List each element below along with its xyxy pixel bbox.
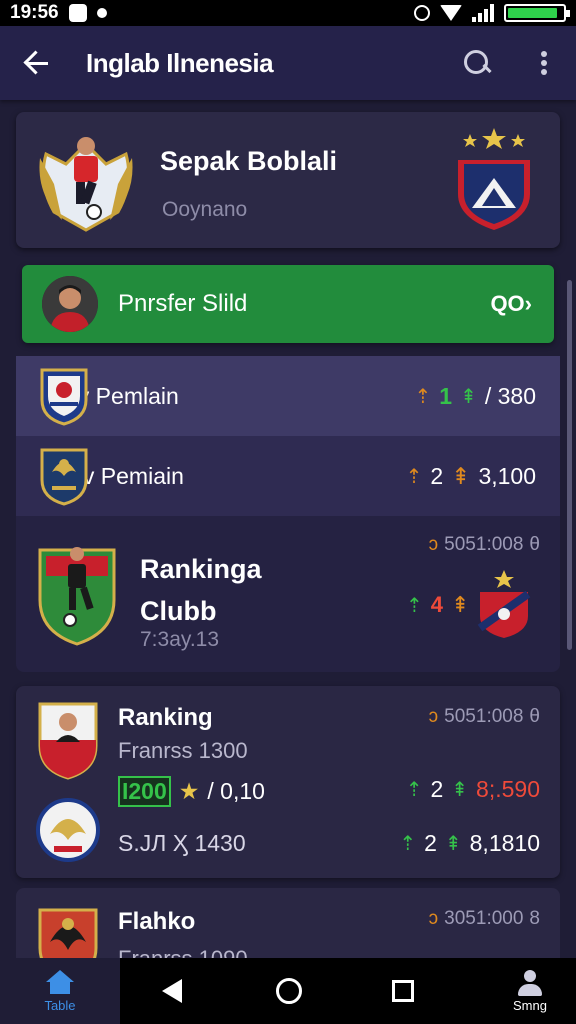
club-badge-icon bbox=[452, 124, 536, 232]
battery-icon bbox=[504, 4, 570, 22]
ranking-meta: ↄ 5051:008 θ bbox=[429, 706, 540, 728]
club-title-line2: Clubb bbox=[140, 596, 217, 626]
star-icon: ★ bbox=[178, 778, 200, 804]
club-meta: ↄ 5051:008 θ bbox=[429, 534, 540, 556]
club-title: Rankinga Clubb bbox=[140, 548, 262, 632]
shield-crest-icon bbox=[38, 366, 90, 426]
page-title: Inglab Ilnenesia bbox=[86, 47, 274, 78]
rank-up-icon: ⇡ bbox=[405, 779, 423, 801]
arrow-icon: ⇞ bbox=[451, 462, 471, 489]
row-rank: 2 bbox=[430, 462, 444, 489]
club-meta-end-icon: θ bbox=[529, 534, 540, 555]
clock-icon: ↄ bbox=[428, 534, 439, 555]
banner-title: Pnrsfer Slild bbox=[118, 290, 248, 317]
flako-card[interactable]: Flahko Franrss 1090 ↄ 3051:000 8 bbox=[16, 888, 560, 958]
ranking-stat2-num: 2 bbox=[424, 830, 437, 856]
player-winged-emblem-icon bbox=[36, 124, 136, 234]
row-stats: ⇡ 2 ⇞ 3,100 bbox=[406, 463, 536, 490]
ranking-highlight: I200 ★ / 0,10 bbox=[118, 776, 265, 807]
arrow-icon: ⇞ bbox=[444, 833, 462, 855]
header-subtitle: Ooynano bbox=[162, 198, 248, 221]
profile-icon bbox=[516, 969, 544, 996]
clock-icon: ↄ bbox=[428, 706, 439, 727]
location-icon bbox=[96, 8, 107, 18]
ranking-stat: ⇡ 2 ⇞ 8;.590 bbox=[406, 776, 540, 803]
club-star-badge-icon bbox=[476, 568, 532, 640]
ranking-line3-value: / 0,10 bbox=[207, 778, 265, 804]
status-time: 19:56 bbox=[10, 2, 59, 23]
app-bar: Inglab Ilnenesia bbox=[0, 26, 576, 100]
club-player-crest-icon bbox=[36, 540, 118, 646]
player-avatar bbox=[42, 276, 98, 332]
rank-up-icon: ⇡ bbox=[414, 385, 432, 408]
list-item[interactable]: Nhtv Pemlain ⇡ 1 ⇞ / 380 bbox=[16, 356, 560, 436]
nav-table[interactable]: Table bbox=[0, 958, 120, 1024]
banner-value: QO› bbox=[490, 291, 532, 316]
club-date: 7:3ay.13 bbox=[140, 628, 220, 651]
bottom-navigation: Table Smng bbox=[0, 958, 576, 1024]
nav-profile-label: Smng bbox=[513, 997, 547, 1013]
row-rank: 1 bbox=[439, 382, 453, 409]
system-back-icon[interactable] bbox=[162, 979, 182, 1003]
club-rank: ⇡ 4 ⇞ bbox=[406, 592, 469, 618]
ranking-subtitle: Franrss 1300 bbox=[118, 738, 248, 763]
ranking-stat1-value: 8;.590 bbox=[476, 776, 540, 802]
system-home-icon[interactable] bbox=[276, 978, 302, 1004]
flako-meta-value: 3051:000 bbox=[444, 908, 524, 929]
rank-up-icon: ⇡ bbox=[399, 833, 417, 855]
nav-profile[interactable]: Smng bbox=[484, 969, 576, 1013]
signal-icon bbox=[472, 4, 494, 22]
clock-icon: ↄ bbox=[428, 908, 439, 929]
list-item[interactable]: Rlhtv Pemiain ⇡ 2 ⇞ 3,100 bbox=[16, 436, 560, 516]
main-content: Sepak Boblali Ooynano Pnrsfer Slild QO› … bbox=[0, 100, 576, 958]
ranking-card[interactable]: Ranking Franrss 1300 I200 ★ / 0,10 S.JЛ … bbox=[16, 686, 560, 878]
status-bar: 19:56 bbox=[0, 0, 576, 26]
system-recents-icon[interactable] bbox=[392, 980, 414, 1002]
row-value: 3,100 bbox=[478, 462, 536, 489]
header-title: Sepak Boblali bbox=[160, 146, 338, 176]
ranking-stat1-num: 2 bbox=[430, 776, 444, 802]
search-icon[interactable] bbox=[462, 48, 492, 78]
back-arrow-icon[interactable] bbox=[20, 45, 56, 81]
flako-meta-end-icon: 8 bbox=[529, 908, 540, 929]
ranking-line4: S.JЛ Ӽ 1430 bbox=[118, 830, 246, 856]
status-icons-left bbox=[68, 4, 107, 22]
alarm-icon bbox=[414, 5, 430, 21]
notification-icon bbox=[68, 4, 87, 22]
more-options-icon[interactable] bbox=[532, 48, 556, 78]
row-value: / 380 bbox=[484, 382, 536, 409]
ranking-title: Ranking bbox=[118, 704, 213, 731]
flako-title: Flahko bbox=[118, 908, 196, 935]
club-ranking-card[interactable]: Rankinga Clubb 7:3ay.13 ↄ 5051:008 θ ⇡ 4… bbox=[16, 516, 560, 672]
club-title-line1: Rankinga bbox=[140, 554, 262, 584]
rank-up-icon: ⇡ bbox=[405, 465, 423, 488]
ranking-stat: ⇡ 2 ⇞ 8,1810 bbox=[399, 830, 540, 857]
status-icons-right bbox=[414, 4, 570, 22]
garuda-red-crest-icon bbox=[36, 902, 100, 958]
rank-up-icon: ⇡ bbox=[406, 594, 423, 617]
arrow-icon: ⇞ bbox=[451, 779, 469, 801]
ranking-meta-end-icon: θ bbox=[529, 706, 540, 727]
transfer-banner[interactable]: Pnrsfer Slild QO› bbox=[22, 265, 554, 343]
eagle-crest-icon bbox=[36, 796, 100, 868]
garuda-crest-icon bbox=[38, 446, 90, 506]
arrow-icon: ⇞ bbox=[460, 385, 477, 408]
home-icon bbox=[46, 969, 74, 994]
flako-meta: ↄ 3051:000 8 bbox=[429, 908, 540, 930]
flako-subtitle: Franrss 1090 bbox=[118, 946, 248, 958]
ranking-meta-value: 5051:008 bbox=[444, 706, 524, 727]
club-meta-value: 5051:008 bbox=[444, 534, 524, 555]
player-shield-icon bbox=[36, 700, 100, 780]
league-header-card[interactable]: Sepak Boblali Ooynano bbox=[16, 112, 560, 248]
wifi-icon bbox=[440, 5, 462, 21]
club-rank-value: 4 bbox=[430, 592, 444, 617]
arrow-icon: ⇞ bbox=[451, 592, 470, 617]
scrollbar[interactable] bbox=[567, 280, 572, 650]
ranking-stat2-value: 8,1810 bbox=[469, 830, 540, 856]
row-stats: ⇡ 1 ⇞ / 380 bbox=[415, 383, 536, 410]
nav-table-label: Table bbox=[44, 997, 76, 1013]
ranking-badge: I200 bbox=[118, 776, 171, 807]
